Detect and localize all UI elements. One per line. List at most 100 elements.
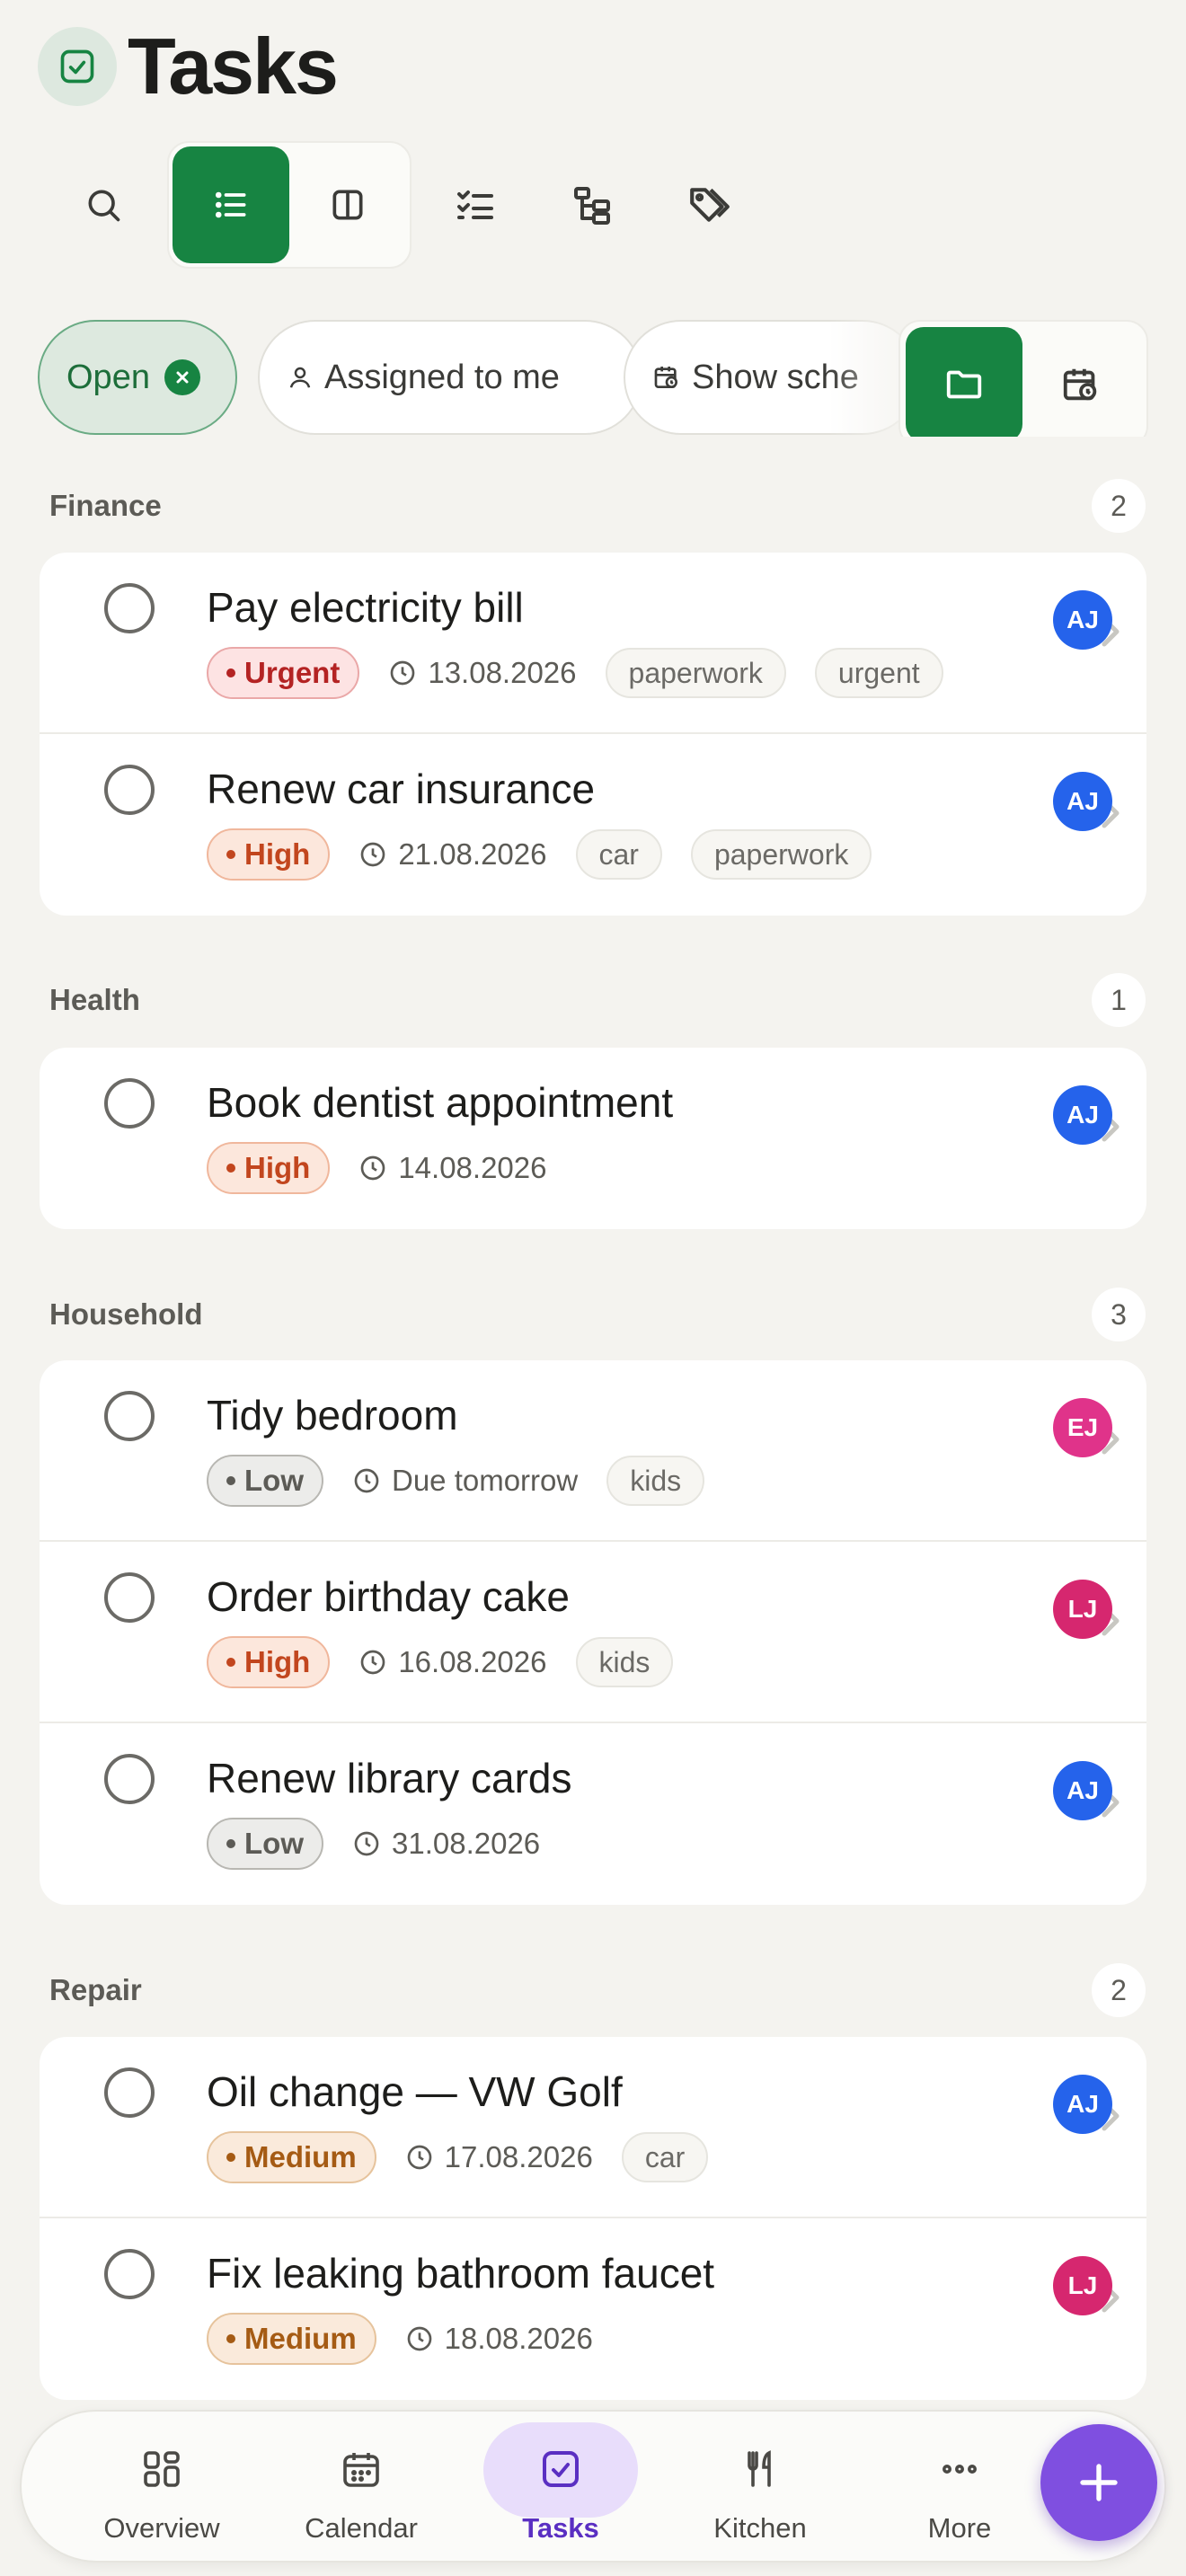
tags-button[interactable] bbox=[651, 146, 767, 263]
nav-label: Tasks bbox=[522, 2512, 599, 2544]
search-icon bbox=[88, 190, 120, 222]
section-title: Health bbox=[49, 983, 140, 1016]
task-checkbox[interactable] bbox=[104, 583, 155, 633]
tag-chip[interactable]: paperwork bbox=[690, 829, 872, 880]
task-checkbox[interactable] bbox=[104, 2067, 155, 2118]
page-title: Tasks bbox=[128, 22, 339, 111]
due-date: 14.08.2026 bbox=[358, 1151, 547, 1185]
section-header-health: Health 1 bbox=[49, 970, 1146, 1030]
due-date: Due tomorrow bbox=[352, 1464, 578, 1498]
task-checkbox[interactable] bbox=[104, 2249, 155, 2299]
checklist-button[interactable] bbox=[417, 146, 534, 263]
task-card-household: Tidy bedroom Low Due tomorrow kids EJ Or… bbox=[40, 1360, 1146, 1905]
avatar: AJ bbox=[1053, 2075, 1112, 2134]
clock-icon bbox=[354, 1831, 379, 1856]
list-view-button[interactable] bbox=[173, 146, 289, 263]
nav-item-calendar[interactable]: Calendar bbox=[271, 2412, 451, 2564]
more-icon bbox=[938, 2444, 981, 2494]
filter-chip-assigned[interactable]: Assigned to me bbox=[258, 320, 642, 435]
folder-icon bbox=[946, 370, 982, 399]
nav-item-overview[interactable]: Overview bbox=[72, 2412, 252, 2564]
task-checkbox[interactable] bbox=[104, 1754, 155, 1804]
task-title: Fix leaking bathroom faucet bbox=[207, 2250, 715, 2297]
subtasks-icon bbox=[574, 187, 610, 225]
calendar-clock-icon bbox=[654, 367, 677, 388]
task-row[interactable]: Renew car insurance High 21.08.2026 car … bbox=[40, 734, 1146, 916]
task-checkbox[interactable] bbox=[104, 765, 155, 815]
tags-icon bbox=[690, 188, 730, 222]
task-title: Tidy bedroom bbox=[207, 1392, 458, 1438]
group-by-date-button[interactable] bbox=[1022, 327, 1139, 437]
due-date: 18.08.2026 bbox=[405, 2322, 593, 2356]
task-row[interactable]: Tidy bedroom Low Due tomorrow kids EJ bbox=[40, 1360, 1146, 1542]
task-row[interactable]: Pay electricity bill Urgent 13.08.2026 p… bbox=[40, 553, 1146, 734]
task-checkbox[interactable] bbox=[104, 1078, 155, 1129]
bottom-nav: Overview Calendar Tasks Kitchen More bbox=[20, 2410, 1166, 2563]
task-card-finance: Pay electricity bill Urgent 13.08.2026 p… bbox=[40, 553, 1146, 916]
priority-badge: Low bbox=[207, 1818, 323, 1870]
priority-badge: High bbox=[207, 1636, 331, 1688]
clock-icon bbox=[360, 1155, 385, 1181]
clock-icon bbox=[354, 1468, 379, 1493]
close-icon[interactable] bbox=[164, 359, 200, 395]
board-view-icon bbox=[332, 190, 363, 220]
task-row[interactable]: Oil change — VW Golf Medium 17.08.2026 c… bbox=[40, 2037, 1146, 2218]
tag-chip[interactable]: car bbox=[621, 2132, 709, 2182]
overview-icon bbox=[140, 2444, 183, 2494]
list-view-icon bbox=[215, 191, 246, 218]
clock-icon bbox=[407, 2145, 432, 2170]
avatar: AJ bbox=[1053, 1761, 1112, 1820]
tag-chip[interactable]: car bbox=[575, 829, 662, 880]
clock-icon bbox=[360, 1650, 385, 1675]
avatar: AJ bbox=[1053, 590, 1112, 650]
person-icon bbox=[289, 367, 311, 388]
task-row[interactable]: Order birthday cake High 16.08.2026 kids… bbox=[40, 1542, 1146, 1723]
avatar: AJ bbox=[1053, 772, 1112, 831]
task-meta: Medium 18.08.2026 bbox=[207, 2312, 622, 2366]
search-button[interactable] bbox=[45, 146, 162, 263]
task-checkbox[interactable] bbox=[104, 1572, 155, 1623]
task-checkbox[interactable] bbox=[104, 1391, 155, 1441]
task-title: Order birthday cake bbox=[207, 1573, 570, 1620]
avatar: EJ bbox=[1053, 1398, 1112, 1457]
filter-chip-open[interactable]: Open bbox=[38, 320, 237, 435]
tag-chip[interactable]: kids bbox=[575, 1637, 674, 1687]
task-row[interactable]: Fix leaking bathroom faucet Medium 18.08… bbox=[40, 2218, 1146, 2400]
nav-label: More bbox=[927, 2512, 992, 2544]
priority-badge: Low bbox=[207, 1455, 323, 1507]
task-meta: Urgent 13.08.2026 paperwork urgent bbox=[207, 646, 972, 700]
task-meta: Low 31.08.2026 bbox=[207, 1817, 569, 1871]
nav-item-more[interactable]: More bbox=[870, 2412, 1049, 2564]
due-date: 17.08.2026 bbox=[405, 2140, 593, 2174]
subtasks-button[interactable] bbox=[534, 146, 651, 263]
task-title: Book dentist appointment bbox=[207, 1079, 674, 1126]
avatar: LJ bbox=[1053, 1580, 1112, 1639]
clock-icon bbox=[391, 660, 415, 686]
filter-assigned-label: Assigned to me bbox=[324, 358, 560, 396]
kitchen-icon bbox=[739, 2444, 782, 2494]
checklist-icon bbox=[457, 190, 493, 219]
section-count-badge: 2 bbox=[1092, 479, 1146, 533]
task-row[interactable]: Book dentist appointment High 14.08.2026… bbox=[40, 1048, 1146, 1229]
tasks-icon bbox=[539, 2444, 582, 2494]
section-header-finance: Finance 2 bbox=[49, 476, 1146, 536]
add-task-button[interactable] bbox=[1040, 2424, 1157, 2541]
nav-item-kitchen[interactable]: Kitchen bbox=[670, 2412, 850, 2564]
tag-chip[interactable]: paperwork bbox=[605, 648, 786, 698]
nav-item-tasks[interactable]: Tasks bbox=[471, 2412, 651, 2564]
task-meta: High 16.08.2026 kids bbox=[207, 1635, 702, 1689]
tag-chip[interactable]: urgent bbox=[814, 648, 943, 698]
nav-label: Overview bbox=[103, 2512, 220, 2544]
group-by-folder-button[interactable] bbox=[906, 327, 1022, 437]
board-view-button[interactable] bbox=[289, 146, 406, 263]
task-row[interactable]: Renew library cards Low 31.08.2026 AJ bbox=[40, 1723, 1146, 1905]
nav-label: Calendar bbox=[305, 2512, 418, 2544]
task-title: Oil change — VW Golf bbox=[207, 2068, 623, 2115]
section-title: Finance bbox=[49, 489, 162, 522]
calendar-clock-icon bbox=[1063, 368, 1097, 401]
task-meta: Low Due tomorrow kids bbox=[207, 1454, 733, 1508]
checkbox-icon bbox=[38, 27, 117, 106]
tag-chip[interactable]: kids bbox=[606, 1456, 705, 1506]
group-mode-toggle bbox=[898, 320, 1148, 437]
filter-open-label: Open bbox=[66, 358, 150, 396]
